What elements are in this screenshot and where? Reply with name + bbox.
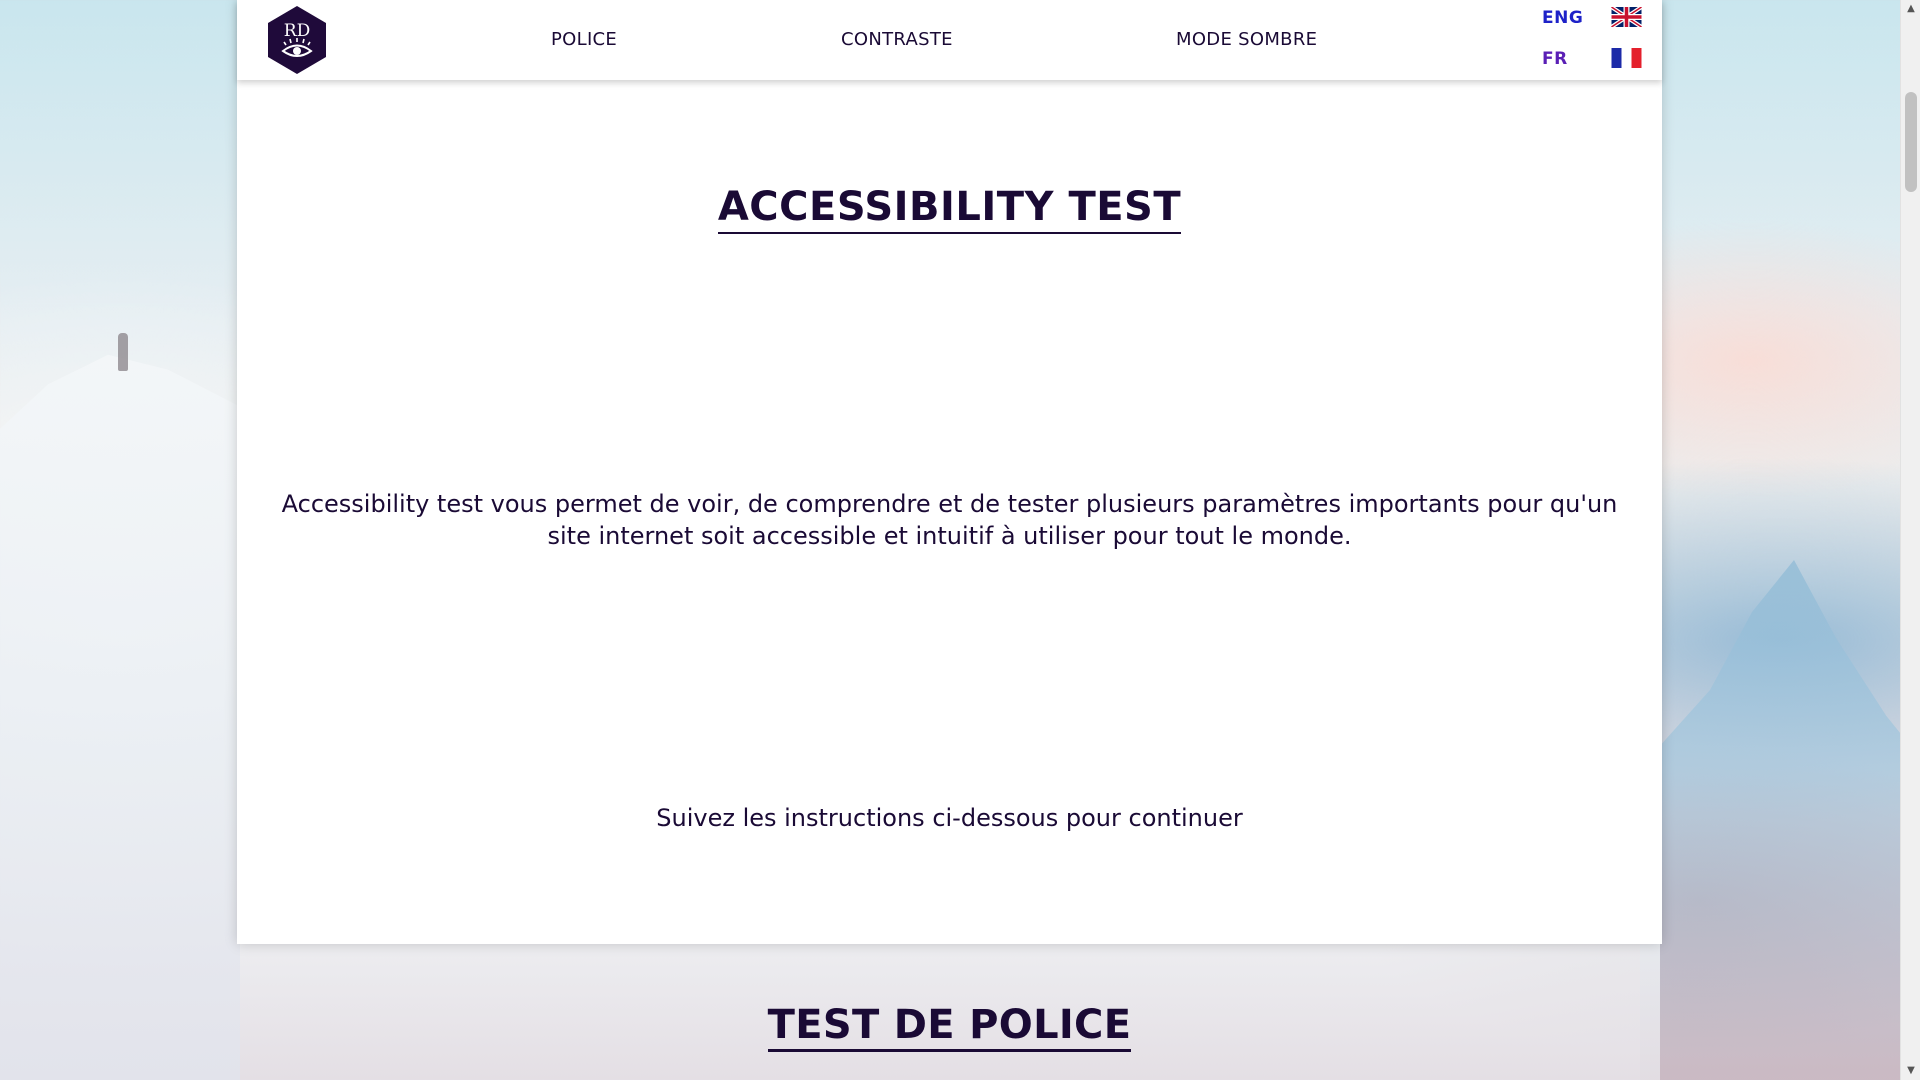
language-eng-link[interactable]: ENG (1542, 8, 1583, 28)
background-mountain-left (0, 354, 240, 1080)
top-navbar: RD POLICE CONTRASTE MODE SOMBRE ENG FR (237, 0, 1662, 80)
nav-mode-sombre[interactable]: MODE SOMBRE (1176, 29, 1317, 50)
uk-flag-icon[interactable] (1610, 5, 1643, 29)
scroll-up-icon[interactable]: ▲ (1901, 0, 1920, 18)
language-fr-link[interactable]: FR (1542, 49, 1568, 69)
page-title: ACCESSIBILITY TEST (237, 184, 1662, 234)
intro-line-2: site internet soit accessible et intuiti… (547, 522, 1352, 550)
nav-contraste[interactable]: CONTRASTE (841, 29, 953, 50)
instructions-text: Suivez les instructions ci-dessous pour … (656, 804, 1243, 832)
site-logo[interactable]: RD (266, 5, 328, 75)
intro-paragraph: Accessibility test vous permet de voir, … (237, 488, 1662, 552)
scroll-thumb[interactable] (1905, 92, 1917, 192)
nav-police[interactable]: POLICE (551, 29, 617, 50)
scroll-down-icon[interactable]: ▼ (1901, 1062, 1920, 1080)
background-mountain-right (1640, 560, 1920, 1080)
intro-line-1: Accessibility test vous permet de voir, … (281, 490, 1618, 518)
section-title-test-de-police: TEST DE POLICE (237, 1002, 1662, 1052)
background-climber (118, 333, 128, 371)
france-flag-icon[interactable] (1611, 48, 1642, 68)
page-scrollbar[interactable]: ▲ ▼ (1900, 0, 1920, 1080)
main-card: RD POLICE CONTRASTE MODE SOMBRE ENG FR A… (237, 0, 1662, 944)
